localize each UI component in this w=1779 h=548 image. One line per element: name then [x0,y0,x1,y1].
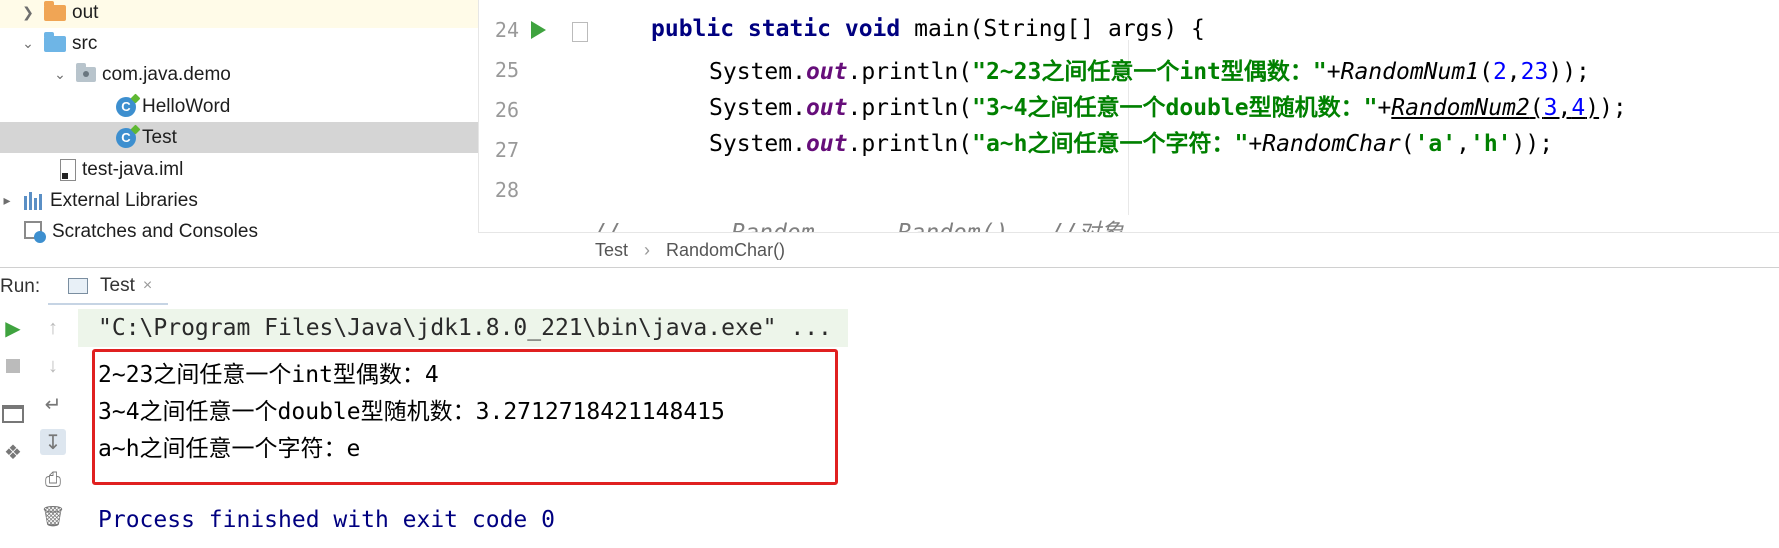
tree-item-label: Test [142,126,177,148]
tree-item-iml[interactable]: test-java.iml [0,154,478,185]
line-number: 26 [494,98,519,122]
run-toolbar: ▶ ↑ ↓ ↵ ↧ ❖ ⎙ 🗑 [0,305,79,548]
editor-gutter: 24 25 26 27 28 [478,0,588,232]
chevron-down-icon[interactable]: ⌄ [50,66,70,83]
code-text: main(String[] args) { [914,16,1205,42]
code-line-26: System.out.println("3~4之间任意一个double型随机数：… [709,95,1627,121]
chevron-right-icon[interactable]: ▸ [0,192,14,209]
code-text: .println( [847,95,973,121]
soft-wrap-icon[interactable]: ↵ [40,391,66,417]
command-line: "C:\Program Files\Java\jdk1.8.0_221\bin\… [78,309,848,347]
code-text: System. [709,95,806,121]
tree-item-label: out [72,1,99,23]
code-text: .println( [847,59,973,85]
code-string: "a~h之间任意一个字符：" [972,131,1249,157]
code-field: out [805,59,848,85]
breadcrumb-method[interactable]: RandomChar() [666,240,785,261]
code-field: out [805,95,848,121]
fold-marker-icon[interactable] [572,22,588,42]
source-folder-icon [44,31,66,52]
package-icon [76,63,96,82]
tree-item-out[interactable]: ❯ out [0,0,478,28]
console-tab-icon [68,277,88,294]
scroll-to-end-icon[interactable]: ↧ [40,429,66,455]
line-number: 25 [494,58,519,82]
scratches-icon [24,220,46,243]
tree-item-label: test-java.iml [82,158,184,180]
code-number: 4 [1571,95,1586,121]
process-finished-message: Process finished with exit code 0 [98,507,555,533]
breadcrumb-class[interactable]: Test [595,240,628,261]
tree-item-helloword[interactable]: C HelloWord [0,91,478,122]
chevron-down-icon[interactable]: ⌄ [18,35,38,52]
run-tab-test[interactable]: Test × [48,268,168,306]
libraries-icon [22,191,44,210]
code-keywords: public static void [651,16,915,42]
scroll-down-icon[interactable]: ↓ [40,353,66,379]
breadcrumb: Test › RandomChar() [478,232,1779,268]
tree-item-label: HelloWord [142,95,231,117]
tree-item-test[interactable]: C Test [0,122,478,153]
line-number: 28 [494,178,519,202]
tree-item-scratches[interactable]: Scratches and Consoles [0,216,478,247]
code-string: "3~4之间任意一个double型随机数：" [972,95,1378,121]
code-field: out [805,131,848,157]
code-line-25: System.out.println("2~23之间任意一个int型偶数："+R… [709,59,1590,85]
run-tab-label: Test [100,274,135,296]
line-number: 27 [494,138,519,162]
run-gutter-icon[interactable] [531,21,546,39]
stop-icon[interactable] [0,353,26,379]
tree-item-label: External Libraries [50,189,198,211]
tree-item-src[interactable]: ⌄ src [0,28,478,59]
code-char: 'a' [1414,131,1457,157]
code-number: 2 [1492,59,1507,85]
code-line-27: System.out.println("a~h之间任意一个字符："+Random… [709,131,1554,157]
code-text: .println( [847,131,973,157]
code-text: System. [709,131,806,157]
java-class-icon: C [116,127,136,148]
layout-icon[interactable] [0,401,26,427]
tree-item-label: src [72,32,98,54]
project-tree: ❯ out ⌄ src ⌄ com.java.demo C HelloWord … [0,0,478,267]
run-toolwindow-header: Run: Test × [0,267,1779,306]
close-tab-icon[interactable]: × [143,277,152,295]
tree-item-label: com.java.demo [102,63,231,85]
run-label: Run: [0,276,41,297]
print-icon[interactable]: ⎙ [40,467,66,493]
tree-item-package[interactable]: ⌄ com.java.demo [0,59,478,90]
code-number: 3 [1543,95,1558,121]
rerun-icon[interactable]: ▶ [0,315,26,341]
folder-orange-icon [44,0,66,21]
tree-item-label: Scratches and Consoles [52,220,258,242]
java-class-icon: C [116,96,136,117]
code-string: "2~23之间任意一个int型偶数：" [972,59,1327,85]
code-text: System. [709,59,806,85]
iml-file-icon [60,158,76,181]
code-number: 23 [1520,59,1549,85]
line-number: 24 [494,18,519,42]
code-method-call: RandomChar [1262,131,1401,157]
code-line-29-partial: // Random Random() //对象 [593,213,1124,232]
pin-icon[interactable]: ❖ [0,439,26,465]
scroll-up-icon[interactable]: ↑ [40,315,66,341]
tree-item-external-libraries[interactable]: ▸ External Libraries [0,185,478,216]
code-method-call: RandomNum1 [1340,59,1480,85]
code-editor[interactable]: 24 25 26 27 28 public static void main(S… [478,0,1779,232]
code-char: 'h' [1469,131,1512,157]
trash-icon[interactable]: 🗑 [40,503,66,529]
highlight-box [92,349,838,485]
code-method-call: RandomNum2 [1391,95,1530,121]
chevron-right-icon[interactable]: ❯ [18,4,38,21]
code-line-24: public static void main(String[] args) { [651,16,1205,42]
breadcrumb-separator: › [644,240,651,260]
